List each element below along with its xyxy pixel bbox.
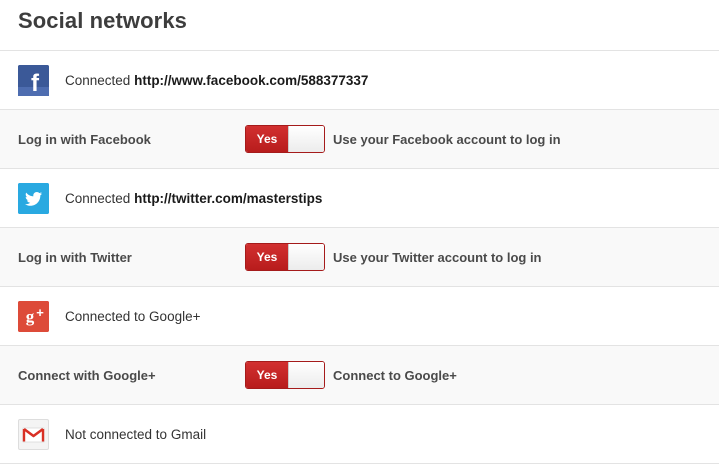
gmail-connection-row: Not connected to Gmail: [0, 404, 719, 463]
google-plus-connection-row: g + Connected to Google+: [0, 286, 719, 345]
toggle-knob: [288, 126, 324, 152]
social-networks-page: Social networks f Connected http://www.f…: [0, 0, 719, 467]
svg-text:f: f: [31, 70, 40, 96]
facebook-connection-status: Connected http://www.facebook.com/588377…: [65, 72, 369, 88]
twitter-login-label: Log in with Twitter: [18, 249, 132, 265]
toggle-on-label: Yes: [246, 244, 288, 270]
toggle-on-label: Yes: [246, 362, 288, 388]
twitter-login-row: Log in with Twitter Yes Use your Twitter…: [0, 227, 719, 286]
toggle-knob: [288, 362, 324, 388]
twitter-connection-status: Connected http://twitter.com/masterstips: [65, 190, 323, 206]
google-plus-connect-description: Connect to Google+: [333, 367, 457, 383]
google-plus-connect-row: Connect with Google+ Yes Connect to Goog…: [0, 345, 719, 404]
twitter-login-description: Use your Twitter account to log in: [333, 249, 542, 265]
gmail-connection-status: Not connected to Gmail: [65, 426, 207, 442]
twitter-login-toggle[interactable]: Yes: [245, 243, 325, 271]
facebook-login-toggle[interactable]: Yes: [245, 125, 325, 153]
facebook-login-row: Log in with Facebook Yes Use your Facebo…: [0, 109, 719, 168]
toggle-knob: [288, 244, 324, 270]
google-plus-connect-toggle[interactable]: Yes: [245, 361, 325, 389]
google-plus-connection-status: Connected to Google+: [65, 308, 201, 324]
toggle-on-label: Yes: [246, 126, 288, 152]
facebook-profile-link[interactable]: http://www.facebook.com/588377337: [134, 73, 368, 88]
svg-text:+: +: [36, 305, 44, 320]
twitter-icon: [18, 182, 49, 214]
facebook-login-description: Use your Facebook account to log in: [333, 131, 561, 147]
gmail-icon: [18, 418, 49, 450]
google-plus-connect-label: Connect with Google+: [18, 367, 156, 383]
facebook-connection-row: f Connected http://www.facebook.com/5883…: [0, 50, 719, 109]
divider: [0, 463, 719, 464]
svg-text:g: g: [26, 307, 35, 326]
twitter-profile-link[interactable]: http://twitter.com/masterstips: [134, 191, 322, 206]
twitter-connection-row: Connected http://twitter.com/masterstips: [0, 168, 719, 227]
facebook-login-label: Log in with Facebook: [18, 131, 151, 147]
google-plus-icon: g +: [18, 300, 49, 332]
page-title: Social networks: [18, 8, 188, 33]
facebook-icon: f: [18, 64, 49, 96]
